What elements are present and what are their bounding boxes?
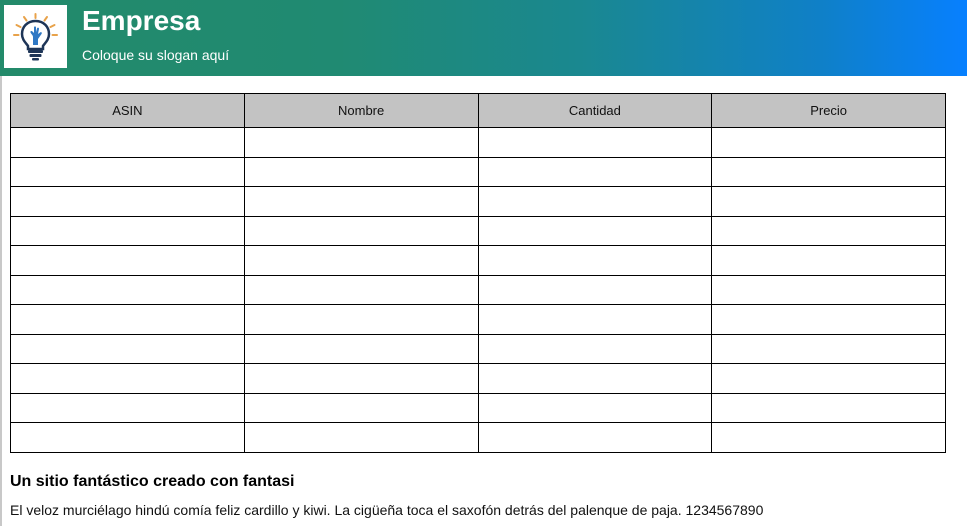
table-row — [10, 245, 946, 276]
table-row — [10, 274, 946, 305]
table-cell — [10, 245, 245, 276]
table-cell — [711, 363, 946, 394]
footer-text: El veloz murciélago hindú comía feliz ca… — [10, 502, 764, 518]
table-cell — [477, 392, 713, 423]
table-cell — [10, 392, 245, 423]
table-cell — [10, 363, 245, 394]
table-cell — [711, 127, 946, 158]
company-slogan: Coloque su slogan aquí — [82, 47, 230, 63]
table-cell — [10, 274, 245, 305]
table-cell — [711, 245, 946, 276]
column-header-nombre: Nombre — [243, 93, 479, 128]
table-cell — [477, 333, 713, 364]
table-cell — [243, 245, 479, 276]
table-row — [10, 392, 946, 423]
table-row — [10, 363, 946, 394]
table-cell — [10, 215, 245, 246]
table-row — [10, 304, 946, 335]
table-cell — [243, 156, 479, 187]
table-cell — [711, 422, 946, 453]
table-cell — [10, 186, 245, 217]
table-cell — [10, 304, 245, 335]
lightbulb-hand-icon — [13, 13, 58, 61]
table-cell — [10, 156, 245, 187]
table-cell — [243, 422, 479, 453]
table-cell — [711, 156, 946, 187]
table-cell — [477, 304, 713, 335]
table-row — [10, 156, 946, 187]
table-row — [10, 127, 946, 158]
table-cell — [10, 422, 245, 453]
company-name: Empresa — [82, 5, 201, 36]
footer-title: Un sitio fantástico creado con fantasi — [10, 473, 295, 490]
table-cell — [711, 333, 946, 364]
table-cell — [10, 333, 245, 364]
table-cell — [10, 127, 245, 158]
table-cell — [477, 422, 713, 453]
table-row — [10, 333, 946, 364]
table-cell — [243, 304, 479, 335]
table-row — [10, 422, 946, 453]
table-cell — [243, 186, 479, 217]
table-cell — [243, 333, 479, 364]
table-cell — [243, 127, 479, 158]
table-cell — [243, 274, 479, 305]
left-border — [0, 76, 2, 526]
table-row — [10, 215, 946, 246]
table-cell — [477, 245, 713, 276]
table-cell — [243, 392, 479, 423]
table-cell — [477, 363, 713, 394]
company-logo[interactable] — [4, 5, 67, 68]
site-header: Empresa Coloque su slogan aquí — [0, 0, 967, 76]
products-table: ASIN Nombre Cantidad Precio — [10, 93, 946, 453]
table-cell — [711, 215, 946, 246]
column-header-cantidad: Cantidad — [477, 93, 713, 128]
table-cell — [711, 392, 946, 423]
table-cell — [477, 274, 713, 305]
table-cell — [477, 186, 713, 217]
column-header-asin: ASIN — [10, 93, 245, 128]
table-cell — [711, 186, 946, 217]
table-cell — [243, 215, 479, 246]
column-header-precio: Precio — [711, 93, 946, 128]
table-cell — [711, 274, 946, 305]
table-header-row: ASIN Nombre Cantidad Precio — [10, 93, 946, 128]
table-cell — [477, 127, 713, 158]
table-cell — [711, 304, 946, 335]
table-cell — [477, 215, 713, 246]
table-row — [10, 186, 946, 217]
table-cell — [477, 156, 713, 187]
table-cell — [243, 363, 479, 394]
